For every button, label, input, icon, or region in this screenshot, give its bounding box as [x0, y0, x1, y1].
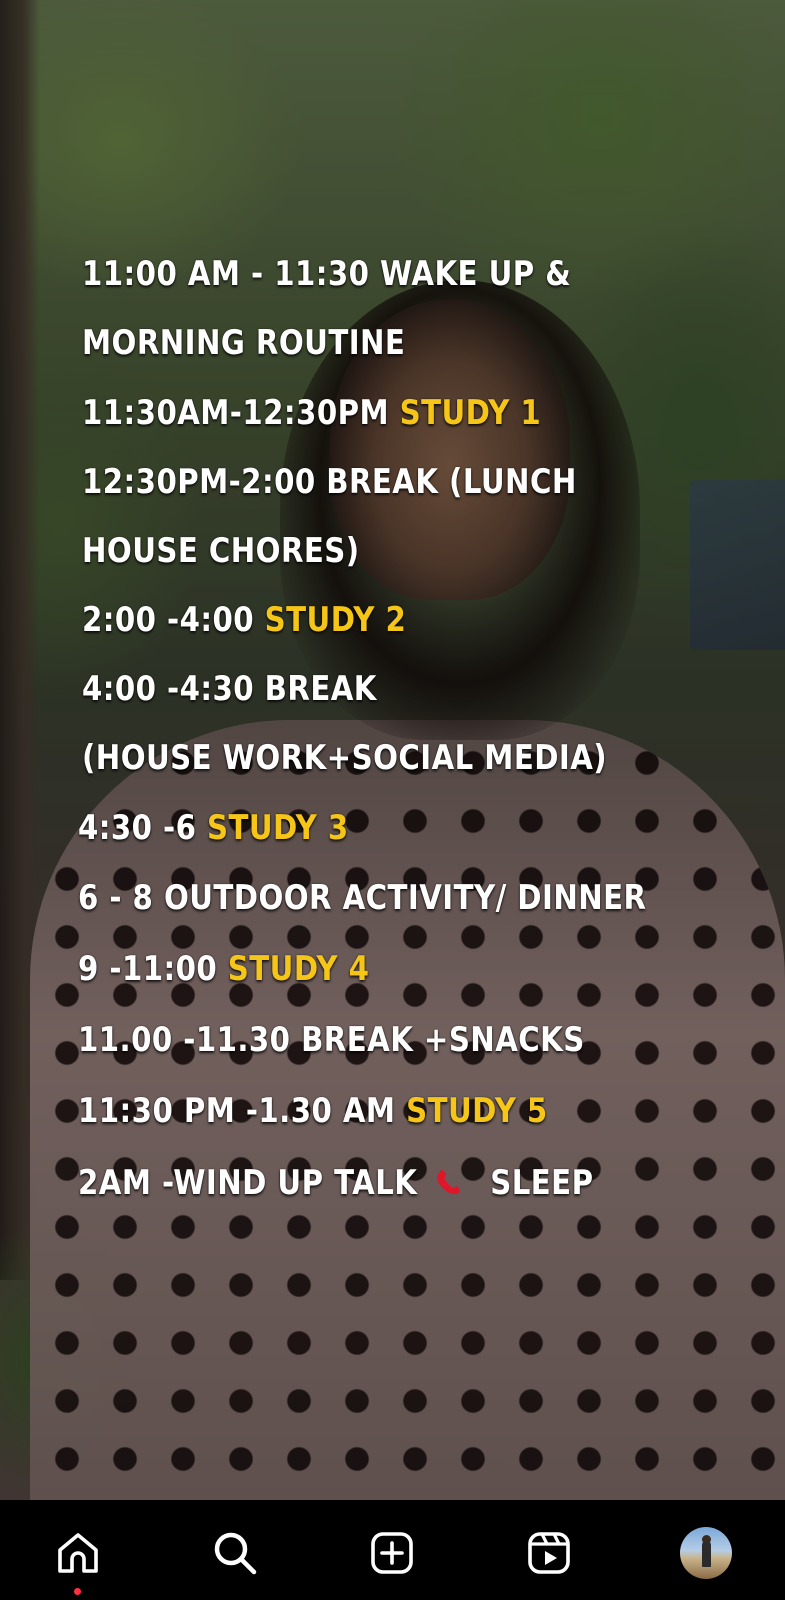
avatar: [680, 1527, 732, 1579]
schedule-text: MORNING ROUTINE: [82, 323, 406, 363]
schedule-text: 2AM -WIND UP TALK: [78, 1163, 418, 1203]
nav-create-button[interactable]: [365, 1526, 419, 1580]
search-icon: [214, 1532, 257, 1575]
schedule-text: 11:00 AM - 11:30 WAKE UP &: [82, 254, 572, 294]
schedule-line: MORNING ROUTINE: [82, 323, 405, 363]
schedule-line: 4:30 -6 STUDY 3: [78, 808, 349, 848]
schedule-line: 12:30PM-2:00 BREAK (LUNCH: [82, 462, 577, 502]
schedule-text: HOUSE CHORES): [82, 531, 360, 571]
schedule-line: 6 - 8 OUTDOOR ACTIVITY/ DINNER: [78, 878, 646, 918]
telephone-receiver-icon: [433, 1167, 467, 1197]
study-highlight: STUDY 3: [207, 808, 349, 848]
schedule-line: (HOUSE WORK+SOCIAL MEDIA): [82, 738, 607, 778]
nav-search-button[interactable]: [208, 1526, 262, 1580]
nav-reels-button[interactable]: [522, 1526, 576, 1580]
schedule-line: HOUSE CHORES): [82, 531, 360, 571]
home-icon: [58, 1533, 98, 1573]
plus-square-icon: [371, 1532, 413, 1574]
schedule-line: 11:00 AM - 11:30 WAKE UP &: [82, 254, 571, 294]
schedule-text: 11.00 -11.30 BREAK +SNACKS: [78, 1020, 585, 1060]
schedule-line: 11:30 PM -1.30 AM STUDY 5: [78, 1091, 548, 1131]
schedule-text: 4:30 -6: [78, 808, 208, 848]
schedule-text: 4:00 -4:30 BREAK: [82, 669, 377, 709]
schedule-text: 11:30 PM -1.30 AM: [78, 1091, 407, 1131]
study-highlight: STUDY 1: [399, 393, 542, 433]
schedule-text: 6 - 8 OUTDOOR ACTIVITY/ DINNER: [78, 878, 647, 918]
schedule-text: 9 -11:00: [78, 949, 228, 989]
schedule-line: 11.00 -11.30 BREAK +SNACKS: [78, 1020, 585, 1060]
schedule-line: 4:00 -4:30 BREAK: [82, 669, 377, 709]
schedule-text: SLEEP: [490, 1163, 594, 1203]
schedule-text: 12:30PM-2:00 BREAK (LUNCH: [82, 462, 577, 502]
schedule-line: 2:00 -4:00 STUDY 2: [82, 600, 406, 640]
study-highlight: STUDY 5: [406, 1091, 548, 1131]
nav-home-button[interactable]: [51, 1526, 105, 1580]
reels-icon: [528, 1532, 570, 1574]
schedule-text: 11:30AM-12:30PM: [82, 393, 400, 433]
study-highlight: STUDY 4: [227, 949, 370, 989]
schedule-line: 11:30AM-12:30PM STUDY 1: [82, 393, 541, 433]
schedule-line: 2AM -WIND UP TALK SLEEP: [78, 1163, 593, 1203]
nav-profile-button[interactable]: [679, 1526, 733, 1580]
notification-dot: [74, 1588, 81, 1595]
reel-screen: 11:00 AM - 11:30 WAKE UP & MORNING ROUTI…: [0, 0, 785, 1600]
study-highlight: STUDY 2: [264, 600, 407, 640]
avatar-figure-body: [702, 1541, 711, 1567]
schedule-line: 9 -11:00 STUDY 4: [78, 949, 369, 989]
bottom-nav-bar: [0, 1500, 785, 1600]
schedule-text: 2:00 -4:00: [82, 600, 265, 640]
schedule-text: (HOUSE WORK+SOCIAL MEDIA): [82, 738, 608, 778]
